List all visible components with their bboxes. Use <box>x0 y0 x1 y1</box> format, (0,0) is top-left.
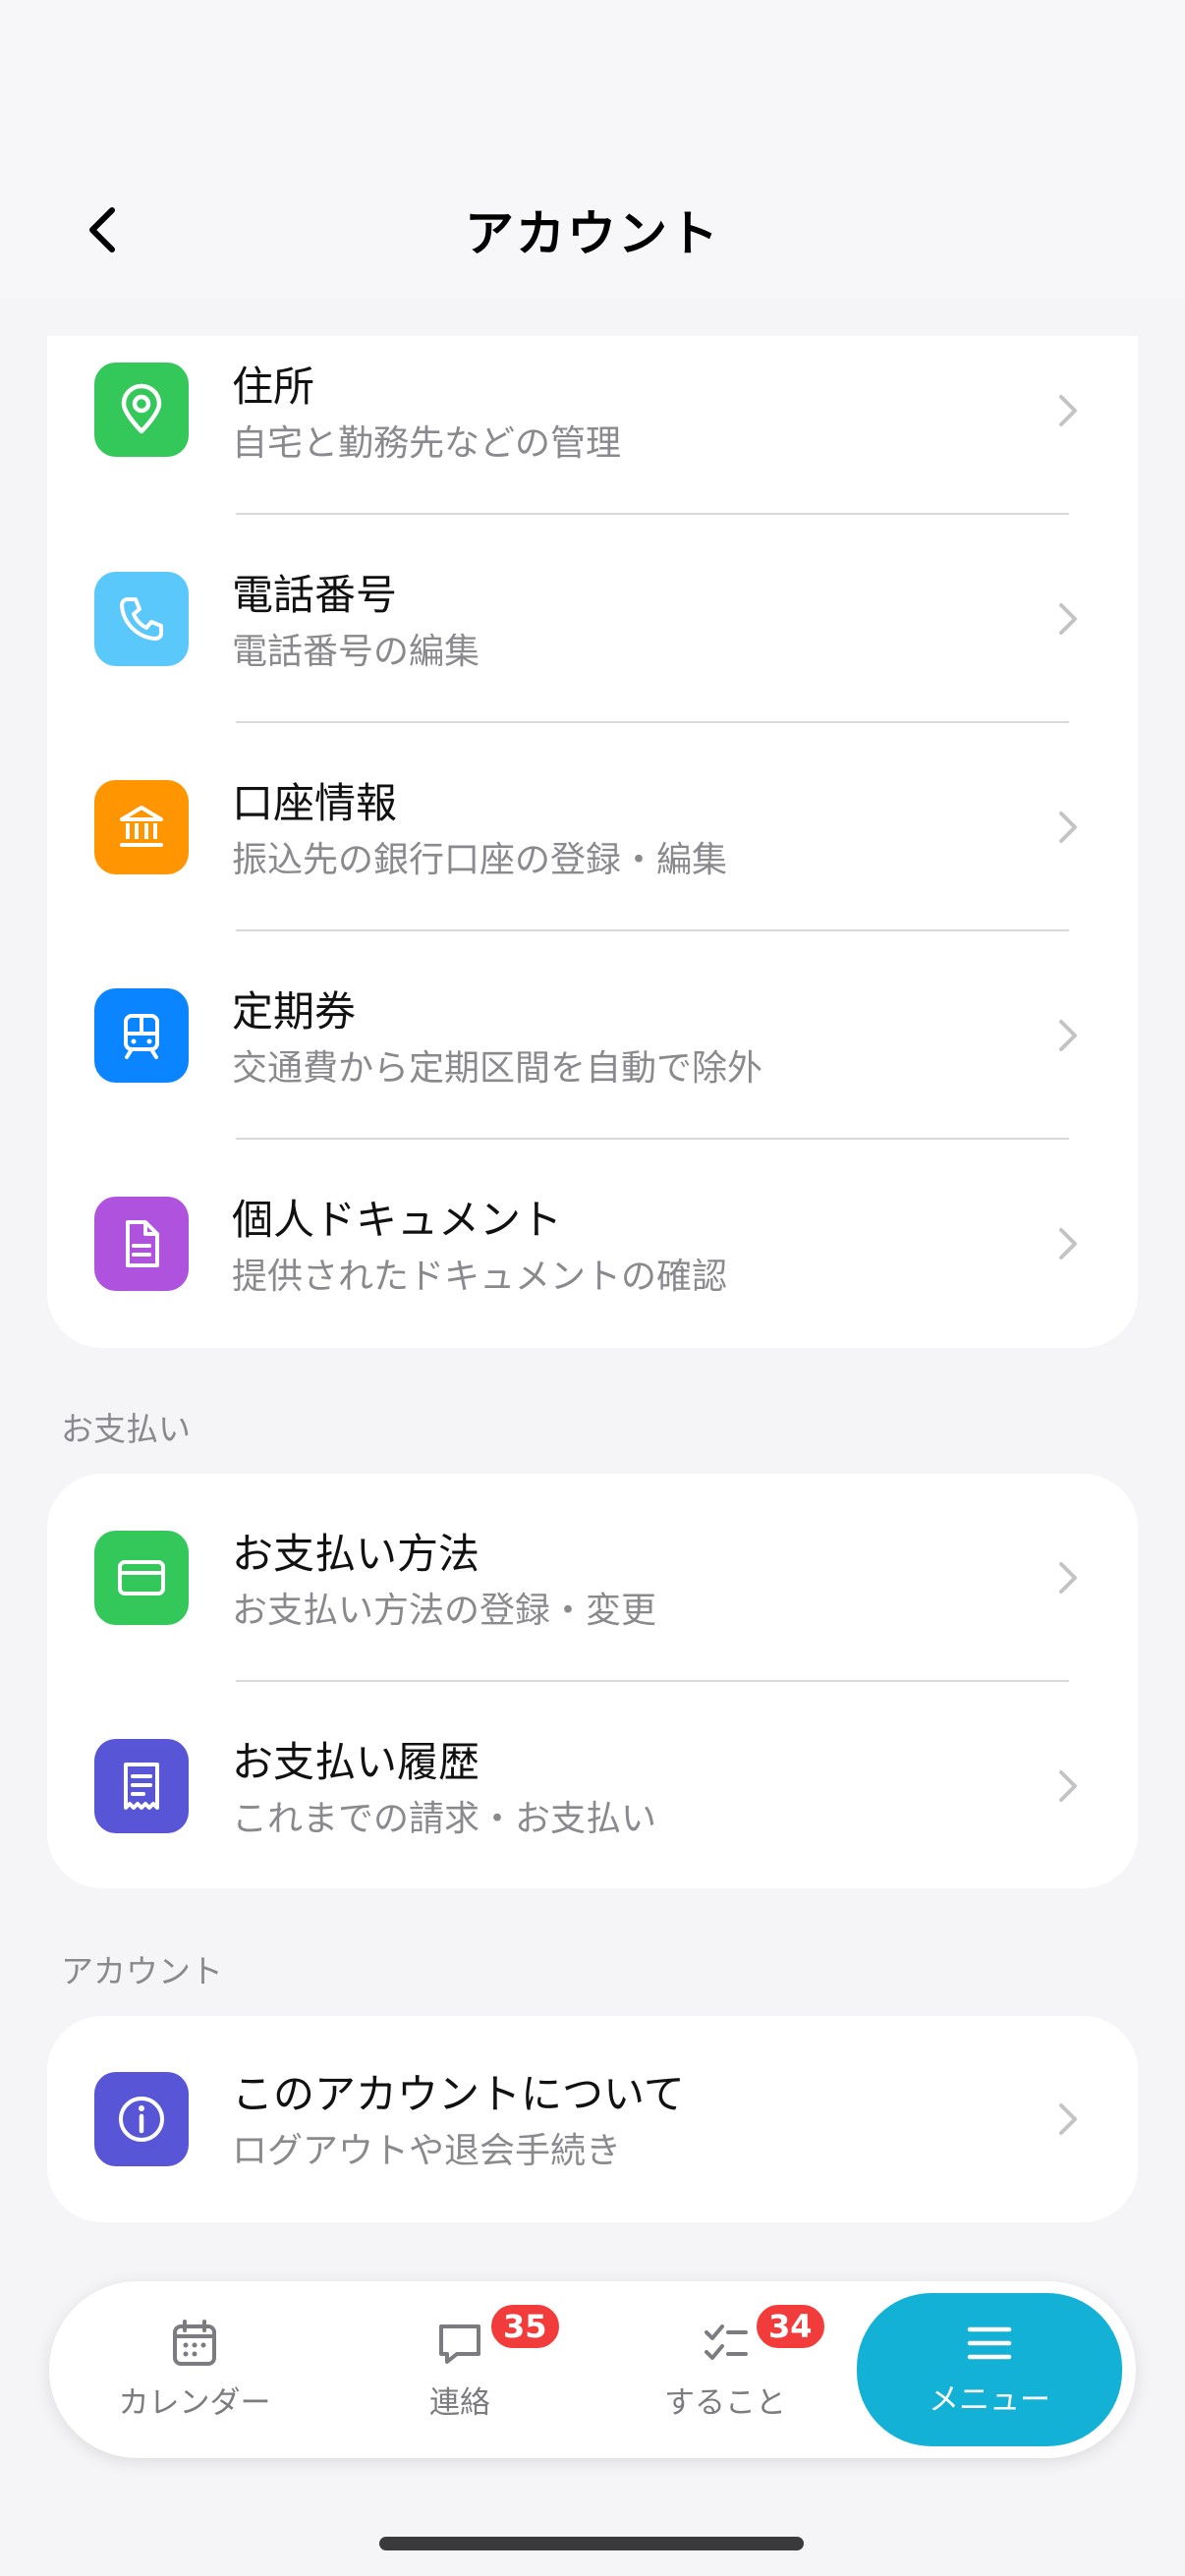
home-indicator <box>379 2537 804 2550</box>
tab-calendar[interactable]: カレンダー <box>67 2281 322 2458</box>
credit-card-icon <box>94 1531 189 1625</box>
row-title: このアカウントについて <box>232 2070 685 2118</box>
row-subtitle: 提供されたドキュメントの確認 <box>232 1257 728 1297</box>
row-title: お支払い履歴 <box>232 1738 480 1786</box>
chevron-right-icon <box>1059 812 1077 843</box>
row-subtitle: 電話番号の編集 <box>232 632 480 672</box>
tab-bar: カレンダー 連絡 35 すること 34 メニュー <box>49 2281 1136 2458</box>
address-row[interactable]: 住所 自宅と勤務先などの管理 <box>47 336 1138 515</box>
personal-documents-row[interactable]: 個人ドキュメント 提供されたドキュメントの確認 <box>47 1140 1138 1348</box>
row-title: 定期券 <box>232 987 357 1036</box>
checklist-icon <box>705 2324 748 2360</box>
chevron-right-icon <box>1059 1020 1077 1051</box>
chevron-right-icon <box>1059 603 1077 635</box>
account-card: このアカウントについて ログアウトや退会手続き <box>47 2016 1138 2222</box>
chevron-right-icon <box>1059 395 1077 426</box>
row-subtitle: ログアウトや退会手続き <box>232 2131 622 2171</box>
notification-badge: 34 <box>753 2301 828 2352</box>
info-icon <box>94 2072 189 2166</box>
bank-icon <box>94 780 189 874</box>
payment-method-row[interactable]: お支払い方法 お支払い方法の登録・変更 <box>47 1474 1138 1682</box>
row-subtitle: お支払い方法の登録・変更 <box>232 1591 657 1631</box>
chevron-right-icon <box>1059 2103 1077 2135</box>
tab-messages[interactable]: 連絡 35 <box>332 2281 588 2458</box>
row-title: お支払い方法 <box>232 1530 480 1578</box>
location-pin-icon <box>94 363 189 457</box>
tab-label: メニュー <box>929 2381 1050 2418</box>
receipt-icon <box>94 1739 189 1833</box>
phone-icon <box>94 572 189 666</box>
row-subtitle: 交通費から定期区間を自動で除外 <box>232 1048 763 1089</box>
row-subtitle: 振込先の銀行口座の登録・編集 <box>232 840 728 880</box>
notification-badge: 35 <box>487 2301 563 2352</box>
chat-icon <box>439 2324 480 2364</box>
tab-label: カレンダー <box>118 2384 271 2421</box>
tab-todo[interactable]: すること 34 <box>597 2281 853 2458</box>
bank-account-row[interactable]: 口座情報 振込先の銀行口座の登録・編集 <box>47 723 1138 931</box>
menu-icon <box>967 2326 1012 2359</box>
row-title: 住所 <box>232 363 315 411</box>
row-title: 電話番号 <box>232 571 398 619</box>
commuter-pass-row[interactable]: 定期券 交通費から定期区間を自動で除外 <box>47 931 1138 1140</box>
chevron-right-icon <box>1059 1228 1077 1260</box>
payment-card: お支払い方法 お支払い方法の登録・変更 お支払い履歴 これまでの請求・お支払い <box>47 1474 1138 1888</box>
section-label-account: アカウント <box>61 1952 223 1990</box>
section-label-payment: お支払い <box>61 1410 191 1448</box>
train-icon <box>94 988 189 1083</box>
tab-label: すること <box>664 2384 786 2421</box>
row-title: 個人ドキュメント <box>232 1196 563 1244</box>
tab-menu[interactable]: メニュー <box>857 2293 1122 2446</box>
row-subtitle: これまでの請求・お支払い <box>232 1799 657 1839</box>
document-icon <box>94 1197 189 1291</box>
page-title: アカウント <box>465 205 720 262</box>
chevron-right-icon <box>1059 1562 1077 1594</box>
payment-history-row[interactable]: お支払い履歴 これまでの請求・お支払い <box>47 1682 1138 1888</box>
phone-number-row[interactable]: 電話番号 電話番号の編集 <box>47 515 1138 723</box>
calendar-icon <box>173 2319 216 2366</box>
navigation-bar: アカウント <box>0 0 1185 297</box>
tab-label: 連絡 <box>429 2384 490 2421</box>
account-settings-card: 住所 自宅と勤務先などの管理 電話番号 電話番号の編集 口座情報 振込先の銀行口… <box>47 336 1138 1348</box>
row-subtitle: 自宅と勤務先などの管理 <box>232 423 622 464</box>
chevron-right-icon <box>1059 1770 1077 1802</box>
about-account-row[interactable]: このアカウントについて ログアウトや退会手続き <box>47 2016 1138 2222</box>
row-title: 口座情報 <box>232 779 398 827</box>
